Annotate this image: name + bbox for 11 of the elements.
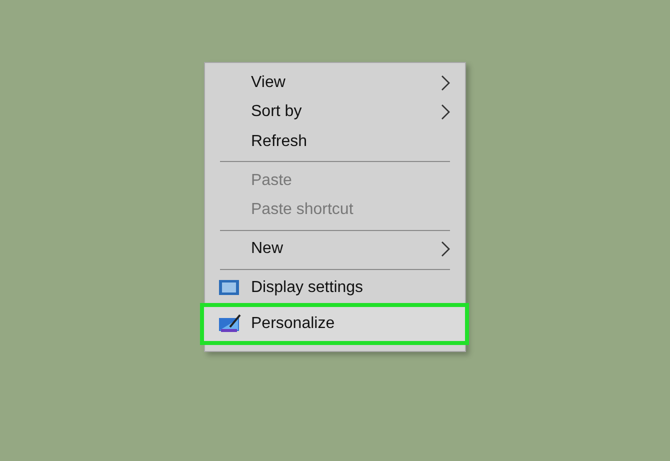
chevron-right-icon bbox=[441, 74, 450, 91]
paint-icon bbox=[218, 314, 242, 334]
menu-item[interactable]: Sort by bbox=[205, 98, 465, 127]
chevron-right-icon bbox=[441, 241, 450, 258]
menu-item[interactable]: Refresh bbox=[205, 127, 465, 156]
menu-item[interactable]: Display settings bbox=[205, 274, 465, 303]
monitor-icon bbox=[218, 279, 240, 298]
chevron-right-icon bbox=[441, 104, 450, 120]
menu-item[interactable]: View bbox=[205, 68, 465, 98]
menu-item[interactable]: Personalize bbox=[200, 303, 469, 345]
menu-item[interactable]: New bbox=[205, 234, 465, 264]
